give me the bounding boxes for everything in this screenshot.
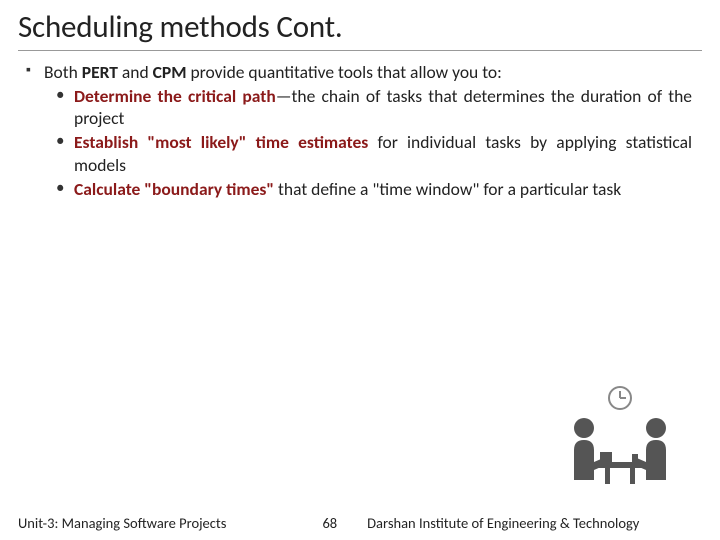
sub-rest: that define a "time window" for a partic… (274, 178, 621, 200)
sub-bold: Calculate "boundary times" (74, 178, 274, 200)
sub-bullet: Establish "most likely" time estimates f… (54, 131, 692, 175)
slide-footer: Unit-3: Managing Software Projects 68 Da… (0, 514, 720, 532)
main-text-bold2: CPM (153, 61, 187, 83)
sub-bullet-list: Determine the critical path—the chain of… (26, 85, 698, 199)
slide-title: Scheduling methods Cont. (18, 8, 702, 51)
meeting-illustration (550, 384, 690, 494)
sub-bold: Determine the critical path (74, 85, 276, 107)
sub-bullet: Determine the critical path—the chain of… (54, 85, 692, 129)
main-text-bold1: PERT (82, 61, 118, 83)
slide-content: Both PERT and CPM provide quantitative t… (18, 61, 702, 200)
main-text-mid1: and (118, 61, 153, 83)
main-bullet: Both PERT and CPM provide quantitative t… (26, 61, 698, 83)
footer-institution: Darshan Institute of Engineering & Techn… (367, 514, 639, 532)
main-text-suffix: provide quantitative tools that allow yo… (187, 61, 502, 83)
footer-page-number: 68 (322, 514, 337, 532)
sub-bullet: Calculate "boundary times" that define a… (54, 178, 692, 200)
main-text-prefix: Both (44, 61, 82, 83)
sub-bold: Establish "most likely" time estimates (74, 131, 368, 153)
slide: Scheduling methods Cont. Both PERT and C… (0, 0, 720, 540)
footer-unit: Unit-3: Managing Software Projects (18, 514, 226, 532)
